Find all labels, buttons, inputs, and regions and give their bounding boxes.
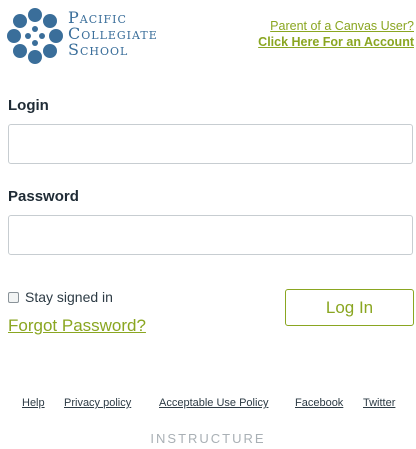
stay-signed-in-checkbox[interactable] bbox=[8, 291, 19, 303]
footer-privacy-policy-link[interactable]: Privacy policy bbox=[64, 397, 131, 409]
instructure-logo: INSTRUCTURE bbox=[150, 431, 266, 446]
school-name: Pacific Collegiate School bbox=[68, 10, 158, 58]
school-logo: Pacific Collegiate School bbox=[6, 7, 192, 65]
stay-signed-in-option[interactable]: Stay signed in bbox=[8, 289, 113, 305]
footer-help-link[interactable]: Help bbox=[22, 397, 45, 409]
school-crest-icon bbox=[7, 8, 63, 64]
login-input[interactable] bbox=[8, 124, 413, 164]
footer-acceptable-use-link[interactable]: Acceptable Use Policy bbox=[159, 397, 268, 409]
forgot-password-link[interactable]: Forgot Password? bbox=[8, 316, 146, 336]
log-in-button[interactable]: Log In bbox=[285, 289, 414, 326]
footer-twitter-link[interactable]: Twitter bbox=[363, 397, 395, 409]
stay-signed-in-label: Stay signed in bbox=[25, 289, 113, 305]
password-label: Password bbox=[8, 188, 79, 205]
parent-account-link[interactable]: Parent of a Canvas User? Click Here For … bbox=[258, 18, 414, 50]
parent-account-signup-link[interactable]: Click Here For an Account bbox=[258, 34, 414, 50]
password-input[interactable] bbox=[8, 215, 413, 255]
login-label: Login bbox=[8, 97, 49, 114]
school-name-line3: School bbox=[68, 40, 129, 59]
parent-account-question[interactable]: Parent of a Canvas User? bbox=[258, 18, 414, 34]
footer-facebook-link[interactable]: Facebook bbox=[295, 397, 343, 409]
